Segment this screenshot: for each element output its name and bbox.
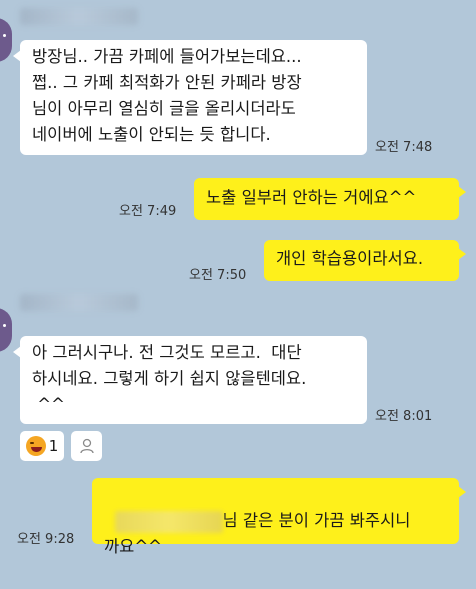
message-time: 오전 7:49 — [119, 204, 177, 219]
message-time: 오전 9:28 — [17, 532, 75, 547]
sender-avatar[interactable] — [0, 18, 12, 62]
message-time: 오전 7:50 — [189, 268, 247, 283]
message-bubble-sent[interactable]: 개인 학습용이라서요. — [264, 240, 466, 281]
message-bubble-received[interactable]: 방장님.. 가끔 카페에 들어가보는데요... 쩝.. 그 카페 최적화가 안된… — [13, 40, 367, 155]
message-bubble-sent[interactable]: 님 같은 분이 가끔 봐주시니 까요^^ — [92, 478, 466, 556]
sender-name-redacted — [20, 8, 138, 25]
message-time: 오전 7:48 — [375, 140, 433, 155]
sender-avatar[interactable] — [0, 308, 12, 352]
laughing-emoji-icon — [25, 436, 46, 456]
recipient-name-redacted — [114, 510, 223, 533]
reaction-badge[interactable]: 1 — [20, 431, 64, 461]
message-text: 님 같은 분이 가끔 봐주시니 — [222, 511, 411, 530]
message-text: 까요^^ — [104, 537, 163, 556]
reaction-count: 1 — [48, 437, 59, 455]
message-bubble-received[interactable]: 아 그러시구나. 전 그것도 모르고. 대단 하시네요. 그렇게 하기 쉽지 않… — [13, 336, 367, 424]
person-icon — [79, 438, 94, 454]
add-reaction-button[interactable] — [71, 431, 102, 461]
message-bubble-sent[interactable]: 노출 일부러 안하는 거에요^^ — [194, 178, 466, 220]
message-time: 오전 8:01 — [375, 409, 433, 424]
sender-name-redacted — [20, 294, 138, 311]
